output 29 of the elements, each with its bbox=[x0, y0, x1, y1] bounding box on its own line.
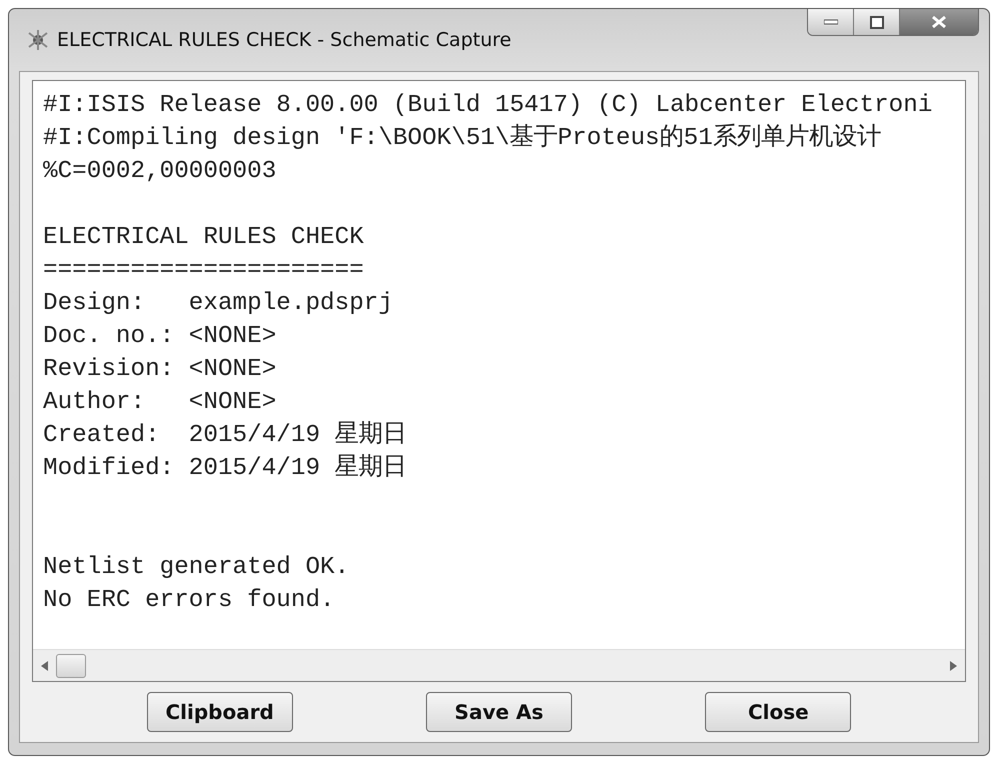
close-icon bbox=[931, 15, 947, 29]
maximize-icon bbox=[870, 16, 884, 28]
log-line: Modified: 2015/4/19 星期日 bbox=[43, 453, 408, 484]
minimize-icon bbox=[824, 19, 838, 25]
log-text-area[interactable] bbox=[32, 80, 966, 682]
app-icon bbox=[27, 29, 49, 51]
close-button[interactable] bbox=[900, 9, 978, 35]
maximize-button[interactable] bbox=[854, 9, 900, 35]
dialog-button[interactable]: Close bbox=[705, 692, 852, 732]
dialog-button[interactable]: Save As bbox=[426, 692, 572, 732]
log-line: #I:Compiling design 'F:\BOOK\51\基于Proteus的51系列单片机设计 bbox=[43, 122, 882, 154]
scroll-right-icon[interactable] bbox=[950, 660, 957, 670]
scrollbar-thumb[interactable] bbox=[56, 654, 86, 678]
log-line: ELECTRICAL RULES CHECK bbox=[43, 223, 365, 253]
log-line: Doc. no.: <NONE> bbox=[43, 322, 278, 352]
log-line: Revision: <NONE> bbox=[43, 355, 278, 385]
dialog-button[interactable]: Clipboard bbox=[146, 692, 293, 732]
log-line: Design: example.pdsprj bbox=[43, 289, 394, 319]
log-line: Created: 2015/4/19 星期日 bbox=[43, 420, 408, 451]
window-title: ELECTRICAL RULES CHECK - Schematic Capture bbox=[57, 28, 512, 53]
log-line: #I:ISIS Release 8.00.00 (Build 15417) (C) Labcenter Electroni bbox=[43, 91, 934, 121]
scroll-left-icon[interactable] bbox=[41, 660, 48, 670]
minimize-button[interactable] bbox=[808, 9, 854, 35]
horizontal-scrollbar[interactable] bbox=[33, 649, 965, 681]
log-line: No ERC errors found. bbox=[43, 586, 336, 616]
log-line: Author: <NONE> bbox=[43, 388, 278, 418]
log-line: ====================== bbox=[43, 256, 365, 286]
log-line: %C=0002,00000003 bbox=[43, 157, 278, 187]
log-line: Netlist generated OK. bbox=[43, 553, 350, 583]
